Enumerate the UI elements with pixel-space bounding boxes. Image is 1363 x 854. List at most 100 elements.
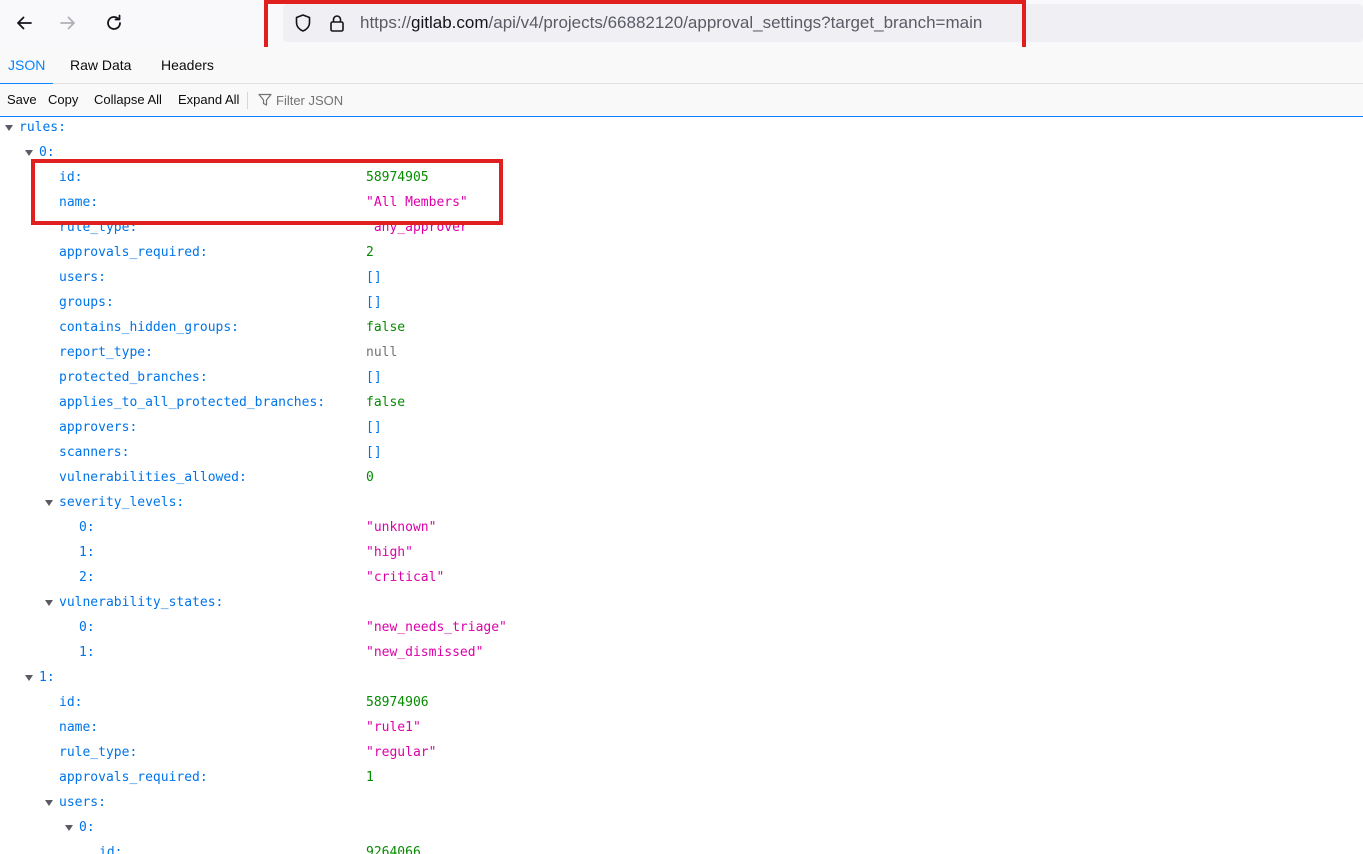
json-key: users: [59, 795, 106, 810]
json-row: 0: "new_needs_triage" [0, 618, 1363, 643]
json-value: "regular" [366, 745, 437, 760]
json-row[interactable]: vulnerability_states: [0, 593, 1363, 618]
json-row: rule_type: "any_approver" [0, 218, 1363, 243]
json-key: protected_branches: [59, 370, 208, 385]
json-row: users: [] [0, 268, 1363, 293]
json-value: 9264066 [366, 845, 421, 854]
url-scheme: https:// [360, 13, 412, 32]
json-value: "unknown" [366, 520, 437, 535]
json-row: protected_branches: [] [0, 368, 1363, 393]
json-key: vulnerability_states: [59, 595, 224, 610]
json-value: false [366, 395, 406, 410]
json-key: name: [59, 195, 99, 210]
json-key: approvals_required: [59, 770, 208, 785]
json-key: id: [59, 170, 83, 185]
json-row: id: 58974906 [0, 693, 1363, 718]
json-value: [] [366, 270, 382, 285]
back-button[interactable] [7, 6, 41, 40]
json-row: rule_type: "regular" [0, 743, 1363, 768]
json-key: 0: [79, 520, 95, 535]
json-key: approvals_required: [59, 245, 208, 260]
json-value: "critical" [366, 570, 445, 585]
json-row: contains_hidden_groups: false [0, 318, 1363, 343]
json-key: vulnerabilities_allowed: [59, 470, 247, 485]
json-value: "All Members" [366, 195, 468, 210]
lock-icon[interactable] [327, 13, 347, 33]
json-key: id: [59, 695, 83, 710]
json-row: id: 58974905 [0, 168, 1363, 193]
expand-all-button[interactable]: Expand All [178, 84, 239, 116]
json-value: "any_approver" [366, 220, 476, 235]
json-row: 0: "unknown" [0, 518, 1363, 543]
json-viewer-tabs: JSON Raw Data Headers [0, 47, 1363, 85]
json-key: 0: [79, 820, 95, 835]
json-key: severity_levels: [59, 495, 185, 510]
expand-toggle-icon[interactable] [44, 799, 54, 807]
browser-navbar: https://gitlab.com/api/v4/projects/66882… [0, 0, 1363, 51]
shield-icon[interactable] [293, 13, 313, 33]
reload-button[interactable] [97, 6, 131, 40]
json-row[interactable]: 1: [0, 668, 1363, 693]
expand-toggle-icon[interactable] [64, 824, 74, 832]
url-text[interactable]: https://gitlab.com/api/v4/projects/66882… [360, 4, 982, 42]
json-row: approvals_required: 1 [0, 768, 1363, 793]
json-row: scanners: [] [0, 443, 1363, 468]
json-key: rule_type: [59, 220, 138, 235]
json-row: 2: "critical" [0, 568, 1363, 593]
filter-icon [258, 93, 272, 106]
reload-icon [107, 14, 121, 30]
json-row: approvers: [] [0, 418, 1363, 443]
json-row: 1: "high" [0, 543, 1363, 568]
tab-json[interactable]: JSON [0, 47, 54, 85]
json-value: "new_dismissed" [366, 645, 484, 660]
json-row: applies_to_all_protected_branches: false [0, 393, 1363, 418]
json-key: 0: [79, 620, 95, 635]
json-key: rule_type: [59, 745, 138, 760]
tab-headers[interactable]: Headers [153, 47, 222, 84]
json-tree: rules: 0: id: 58974905 name: "All Members" rul… [0, 118, 1363, 854]
tab-raw-data[interactable]: Raw Data [62, 47, 139, 84]
json-key: users: [59, 270, 106, 285]
json-key: groups: [59, 295, 114, 310]
filter-box [258, 84, 558, 116]
json-row: approvals_required: 2 [0, 243, 1363, 268]
collapse-all-button[interactable]: Collapse All [94, 84, 162, 116]
expand-toggle-icon[interactable] [44, 599, 54, 607]
url-host: gitlab.com [411, 13, 489, 32]
json-value: [] [366, 420, 382, 435]
json-value: 58974906 [366, 695, 429, 710]
json-value: 0 [366, 470, 374, 485]
json-key: applies_to_all_protected_branches: [59, 395, 326, 410]
json-key: 1: [79, 645, 95, 660]
json-row[interactable]: 0: [0, 818, 1363, 843]
json-value: false [366, 320, 406, 335]
json-value: [] [366, 370, 382, 385]
expand-toggle-icon[interactable] [24, 674, 34, 682]
json-row[interactable]: rules: [0, 118, 1363, 143]
json-key: name: [59, 720, 99, 735]
json-row[interactable]: 0: [0, 143, 1363, 168]
filter-json-input[interactable] [276, 91, 536, 109]
json-value: 2 [366, 245, 374, 260]
copy-button[interactable]: Copy [48, 84, 78, 116]
expand-toggle-icon[interactable] [24, 149, 34, 157]
json-value: "rule1" [366, 720, 421, 735]
json-row[interactable]: severity_levels: [0, 493, 1363, 518]
json-value: 58974905 [366, 170, 429, 185]
expand-toggle-icon[interactable] [4, 124, 14, 132]
json-row: vulnerabilities_allowed: 0 [0, 468, 1363, 493]
json-row[interactable]: users: [0, 793, 1363, 818]
forward-button[interactable] [51, 6, 85, 40]
json-row: name: "All Members" [0, 193, 1363, 218]
forward-arrow-icon [60, 16, 75, 30]
save-button[interactable]: Save [7, 84, 37, 116]
json-row: name: "rule1" [0, 718, 1363, 743]
address-bar[interactable]: https://gitlab.com/api/v4/projects/66882… [283, 4, 1363, 42]
json-value: "high" [366, 545, 413, 560]
json-key: 1: [79, 545, 95, 560]
json-toolbar: Save Copy Collapse All Expand All [0, 84, 1363, 117]
json-row: report_type: null [0, 343, 1363, 368]
expand-toggle-icon[interactable] [44, 499, 54, 507]
json-key: contains_hidden_groups: [59, 320, 240, 335]
json-key: 1: [39, 670, 55, 685]
